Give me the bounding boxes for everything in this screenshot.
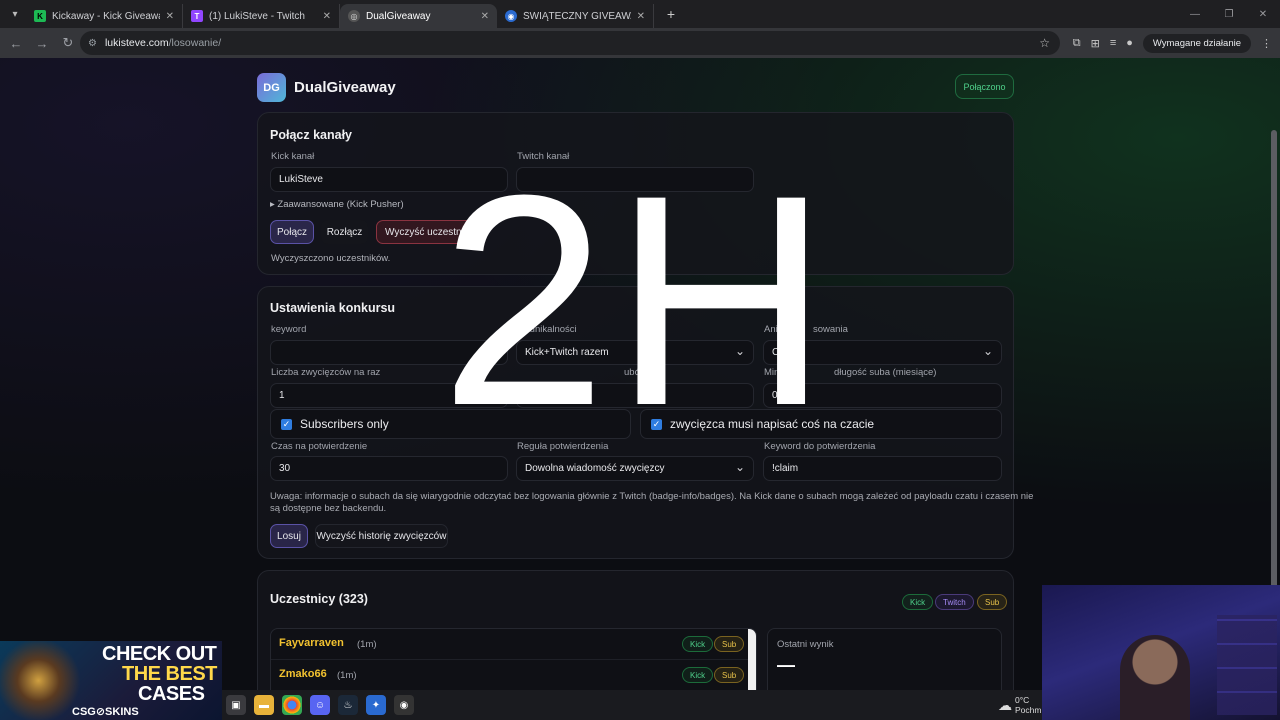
back-icon[interactable]: ←: [4, 31, 28, 55]
subs-note-line1: Uwaga: informacje o subach da się wiaryg…: [270, 491, 1034, 502]
weather-desc: Pochm: [1015, 705, 1042, 715]
discord-icon[interactable]: ☺: [310, 695, 330, 715]
twitch-favicon-icon: T: [191, 10, 203, 22]
app-name: DualGiveaway: [294, 79, 396, 96]
keyword-label: keyword: [271, 324, 307, 335]
window-close-icon[interactable]: ✕: [1246, 9, 1280, 20]
weather-widget[interactable]: ☁ 0°C Pochm: [998, 690, 1048, 720]
draw-button[interactable]: Losuj: [270, 524, 308, 548]
browser-toolbar: ← → ↻ ⚙ lukisteve.com/losowanie/ ☆ ⧉ ⊞ ≡…: [0, 28, 1280, 58]
globe-favicon-icon: ◎: [348, 10, 360, 22]
scrollbar-thumb[interactable]: [1271, 130, 1277, 600]
stream-overlay-text: 2H: [440, 132, 836, 468]
window-controls: — ❐ ✕: [1178, 0, 1280, 28]
sponsor-banner: CHECK OUT THE BEST CASES CSG⊘SKINS: [0, 641, 222, 720]
media-icon[interactable]: ≡: [1110, 37, 1116, 49]
minimize-icon[interactable]: —: [1178, 9, 1212, 20]
close-icon[interactable]: ✕: [637, 11, 645, 22]
puzzle-icon[interactable]: ⊞: [1091, 37, 1100, 50]
kick-favicon-icon: K: [34, 10, 46, 22]
site-info-icon[interactable]: ⚙: [88, 38, 97, 49]
subs-note-line2: są dostępne bez backendu.: [270, 503, 387, 514]
ad-line3: CASES: [138, 683, 205, 705]
kick-channel-label: Kick kanał: [271, 151, 315, 162]
min-sub-label-b: długość suba (miesiące): [834, 367, 937, 378]
last-result-value: —: [777, 655, 795, 675]
confirm-time-label: Czas na potwierdzenie: [271, 441, 368, 452]
close-icon[interactable]: ✕: [166, 11, 174, 22]
cloud-icon: ☁: [998, 696, 1012, 713]
reload-icon[interactable]: ↻: [56, 31, 80, 55]
maximize-icon[interactable]: ❐: [1212, 9, 1246, 20]
tab-dualgiveaway[interactable]: ◎ DualGiveaway ✕: [340, 4, 497, 28]
profile-avatar-icon[interactable]: ●: [1126, 37, 1133, 49]
filter-twitch-badge[interactable]: Twitch: [935, 594, 974, 610]
connect-title: Połącz kanały: [270, 128, 352, 142]
chrome-icon[interactable]: [282, 695, 302, 715]
toolbar-right: ⧉ ⊞ ≡ ● Wymagane działanie ⋮: [1073, 31, 1272, 55]
app-header: DG DualGiveaway: [257, 73, 396, 102]
os-taskbar: ▣ ▬ ☺ ♨ ✦ ◉: [222, 690, 1042, 720]
participants-title: Uczestnicy (323): [270, 592, 368, 606]
new-tab-icon[interactable]: +: [660, 3, 682, 25]
last-result-label: Ostatni wynik: [777, 639, 834, 650]
connect-button[interactable]: Połącz: [270, 220, 314, 244]
shelf-art: [1217, 615, 1277, 715]
forward-icon[interactable]: →: [30, 31, 54, 55]
ad-brand: CSG⊘SKINS: [72, 706, 139, 718]
weather-temp: 0°C: [1015, 695, 1030, 705]
clear-history-button[interactable]: Wyczyść historię zwycięzców: [315, 524, 448, 548]
settings-title: Ustawienia konkursu: [270, 301, 396, 315]
extensions-icon[interactable]: ⧉: [1073, 37, 1081, 50]
menu-kebab-icon[interactable]: ⋮: [1261, 37, 1272, 50]
action-needed-button[interactable]: Wymagane działanie: [1142, 33, 1251, 53]
advanced-toggle[interactable]: ▸ Zaawansowane (Kick Pusher): [270, 199, 404, 210]
tab-twitch[interactable]: T (1) LukiSteve - Twitch ✕: [183, 4, 340, 28]
close-icon[interactable]: ✕: [481, 11, 489, 22]
tab-swiateczny[interactable]: ◉ ŚWIĄTECZNY GIVEAWAY ✕: [497, 4, 654, 28]
steam-icon[interactable]: ♨: [338, 695, 358, 715]
obs-icon[interactable]: ◉: [394, 695, 414, 715]
list-item: Fayvarraven (1m) Kick Sub: [271, 629, 749, 660]
list-item: Zmako66 (1m) Kick Sub: [271, 660, 749, 691]
tab-search-icon[interactable]: ▾: [4, 3, 26, 25]
winners-count-label: Liczba zwycięzców na raz: [271, 367, 381, 378]
filter-kick-badge[interactable]: Kick: [902, 594, 934, 610]
app-logo: DG: [257, 73, 286, 102]
bookmark-star-icon[interactable]: ☆: [1039, 36, 1050, 50]
address-bar[interactable]: ⚙ lukisteve.com/losowanie/ ☆: [80, 31, 1060, 55]
streamer-image: [1120, 635, 1190, 720]
disconnect-button[interactable]: Rozłącz: [321, 220, 368, 244]
discord-favicon-icon: ◉: [505, 10, 517, 22]
close-icon[interactable]: ✕: [323, 11, 331, 22]
app-icon[interactable]: ▣: [226, 695, 246, 715]
connect-message: Wyczyszczono uczestników.: [271, 253, 391, 264]
participants-card: Uczestnicy (323) Kick Twitch Sub Fayvarr…: [257, 570, 1014, 710]
folder-icon[interactable]: ▬: [254, 695, 274, 715]
browser-tab-bar: ▾ K Kickaway - Kick Giveaway Tool ✕ T (1…: [0, 0, 1280, 28]
checkbox-check-icon[interactable]: ✓: [281, 418, 292, 430]
tab-kickaway[interactable]: K Kickaway - Kick Giveaway Tool ✕: [26, 4, 183, 28]
filter-sub-badge[interactable]: Sub: [977, 594, 1008, 610]
connection-status-badge: Połączono: [955, 74, 1014, 99]
webcam-overlay: [1042, 585, 1280, 720]
battlenet-icon[interactable]: ✦: [366, 695, 386, 715]
